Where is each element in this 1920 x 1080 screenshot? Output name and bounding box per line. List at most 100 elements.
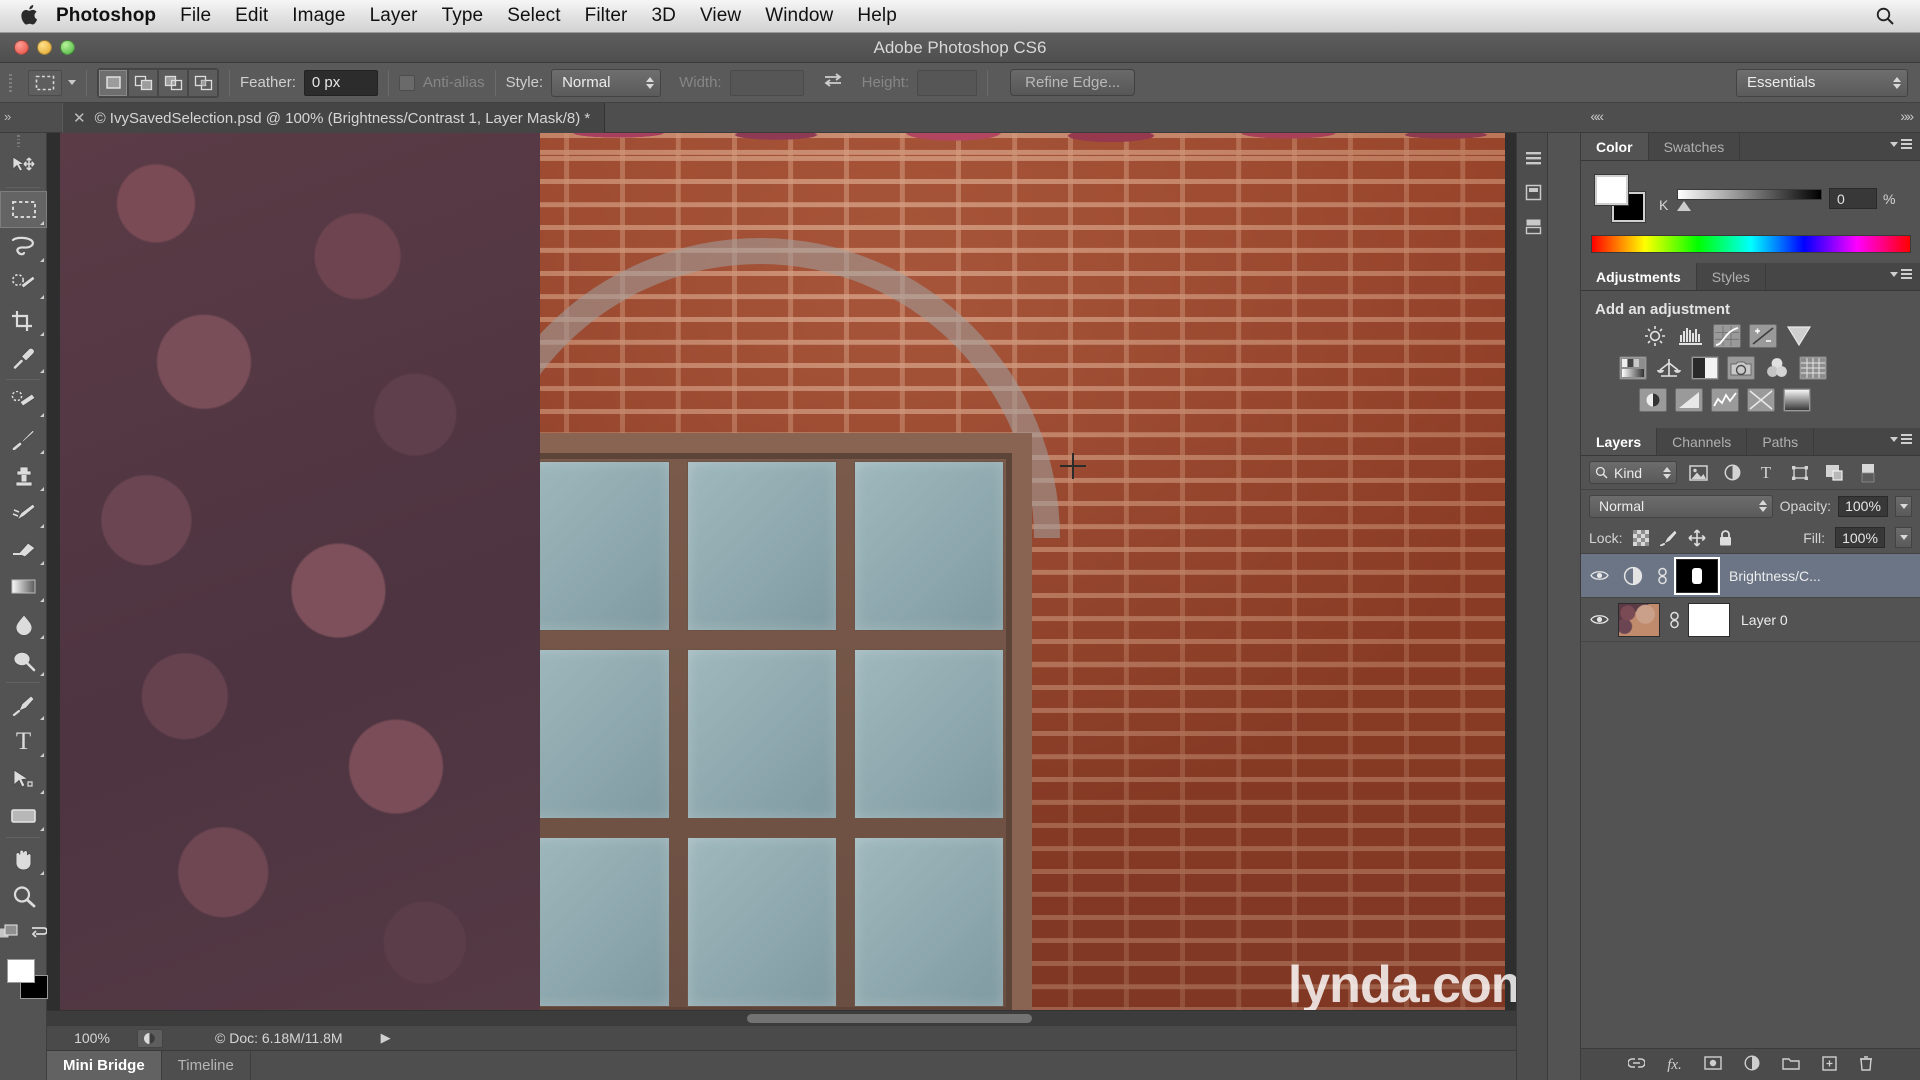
color-balance-icon[interactable] xyxy=(1655,356,1683,380)
canvas-horizontal-scrollbar-thumb[interactable] xyxy=(747,1014,1032,1023)
gradient-tool[interactable] xyxy=(0,568,47,605)
menu-filter[interactable]: Filter xyxy=(573,3,640,30)
width-input[interactable] xyxy=(729,69,804,96)
tab-paths[interactable]: Paths xyxy=(1747,428,1815,455)
lock-image-pixels-icon[interactable] xyxy=(1660,529,1678,547)
tab-swatches[interactable]: Swatches xyxy=(1649,133,1741,160)
menu-view[interactable]: View xyxy=(688,3,753,30)
tab-mini-bridge[interactable]: Mini Bridge xyxy=(47,1051,162,1080)
dodge-tool[interactable] xyxy=(0,642,47,679)
layer-visibility-toggle[interactable] xyxy=(1587,613,1611,626)
brightness-contrast-icon[interactable] xyxy=(1641,324,1669,348)
photo-filter-icon[interactable] xyxy=(1727,356,1755,380)
selective-color-icon[interactable] xyxy=(1783,388,1811,412)
lock-all-icon[interactable] xyxy=(1716,529,1734,547)
height-input[interactable] xyxy=(917,69,978,96)
layer-row-layer0[interactable]: Layer 0 xyxy=(1581,598,1920,642)
tab-channels[interactable]: Channels xyxy=(1657,428,1748,455)
menu-edit[interactable]: Edit xyxy=(223,3,280,30)
menu-help[interactable]: Help xyxy=(845,3,908,30)
levels-icon[interactable] xyxy=(1677,324,1705,348)
exposure-icon[interactable] xyxy=(1749,324,1777,348)
search-icon[interactable] xyxy=(1872,3,1898,29)
link-layers-icon[interactable] xyxy=(1627,1056,1646,1073)
menu-select[interactable]: Select xyxy=(495,3,572,30)
black-white-icon[interactable] xyxy=(1691,356,1719,380)
hand-tool[interactable] xyxy=(0,841,47,878)
color-lookup-icon[interactable] xyxy=(1799,356,1827,380)
workspace-select[interactable]: Essentials xyxy=(1736,68,1908,97)
intersect-with-selection-button[interactable] xyxy=(188,68,218,97)
panel-expand-icon[interactable]: » xyxy=(4,109,11,124)
chevron-down-icon[interactable] xyxy=(68,80,76,85)
screen-mode-icon[interactable] xyxy=(29,924,49,945)
menu-type[interactable]: Type xyxy=(430,3,496,30)
layer-row-brightness-contrast[interactable]: Brightness/C... xyxy=(1581,554,1920,598)
quick-selection-tool[interactable] xyxy=(0,265,47,302)
menu-3d[interactable]: 3D xyxy=(639,3,688,30)
vibrance-icon[interactable] xyxy=(1785,324,1813,348)
lasso-tool[interactable] xyxy=(0,228,47,265)
new-selection-button[interactable] xyxy=(98,68,128,97)
refine-edge-button[interactable]: Refine Edge... xyxy=(1010,69,1136,96)
panel-menu-icon[interactable] xyxy=(1890,139,1912,149)
pen-tool[interactable] xyxy=(0,686,47,723)
opacity-stepper[interactable] xyxy=(1895,495,1912,517)
fill-input[interactable]: 100% xyxy=(1835,527,1885,548)
new-layer-icon[interactable] xyxy=(1822,1055,1837,1074)
layer-mask-thumbnail[interactable] xyxy=(1688,602,1730,637)
color-foreground-swatch[interactable] xyxy=(1595,175,1628,205)
menu-app-name[interactable]: Photoshop xyxy=(44,3,168,30)
channel-slider-handle[interactable] xyxy=(1677,201,1691,211)
filter-toggle-icon[interactable] xyxy=(1855,461,1881,485)
layer-filter-kind-select[interactable]: Kind xyxy=(1589,461,1677,484)
horizontal-type-tool[interactable]: T xyxy=(0,723,47,760)
opacity-input[interactable]: 100% xyxy=(1838,495,1888,517)
tab-timeline[interactable]: Timeline xyxy=(162,1051,251,1080)
close-icon[interactable]: ✕ xyxy=(73,109,86,127)
layer-visibility-toggle[interactable] xyxy=(1587,569,1611,582)
filter-type-icon[interactable]: T xyxy=(1753,461,1779,485)
tab-layers[interactable]: Layers xyxy=(1581,428,1658,455)
properties-dock-icon[interactable] xyxy=(1517,175,1549,209)
foreground-color-swatch[interactable] xyxy=(7,959,35,983)
apple-logo-icon[interactable] xyxy=(14,4,44,28)
tab-adjustments[interactable]: Adjustments xyxy=(1581,263,1697,290)
spot-healing-brush-tool[interactable] xyxy=(0,383,47,420)
channel-ramp[interactable] xyxy=(1677,189,1822,200)
filter-shape-icon[interactable] xyxy=(1787,461,1813,485)
style-select[interactable]: Normal xyxy=(551,68,662,97)
minimize-window-button[interactable] xyxy=(37,40,52,55)
filter-adjustment-icon[interactable] xyxy=(1719,461,1745,485)
layer-image-thumbnail[interactable] xyxy=(1618,602,1660,637)
move-tool[interactable] xyxy=(0,147,47,184)
brush-dock-icon[interactable] xyxy=(1517,209,1549,243)
delete-layer-icon[interactable] xyxy=(1859,1055,1873,1074)
document-thumbnail-icon[interactable] xyxy=(137,1028,163,1048)
menu-layer[interactable]: Layer xyxy=(358,3,430,30)
lock-transparent-pixels-icon[interactable] xyxy=(1632,529,1650,547)
eraser-tool[interactable] xyxy=(0,531,47,568)
link-icon[interactable] xyxy=(1655,567,1669,585)
posterize-icon[interactable] xyxy=(1675,388,1703,412)
filter-smartobject-icon[interactable] xyxy=(1821,461,1847,485)
zoom-level[interactable]: 100% xyxy=(47,1030,137,1046)
curves-icon[interactable] xyxy=(1713,324,1741,348)
new-group-icon[interactable] xyxy=(1782,1056,1800,1073)
crop-tool[interactable] xyxy=(0,302,47,339)
rectangular-marquee-icon[interactable] xyxy=(28,69,62,96)
play-arrow-icon[interactable]: ▶ xyxy=(381,1030,391,1046)
brush-tool[interactable] xyxy=(0,420,47,457)
collapse-panels-left-icon[interactable]: «« xyxy=(1590,108,1604,124)
invert-icon[interactable] xyxy=(1639,388,1667,412)
canvas-area[interactable]: lynda.com xyxy=(47,133,1548,1025)
close-window-button[interactable] xyxy=(14,40,29,55)
options-bar-grip[interactable] xyxy=(6,70,16,96)
channel-value-input[interactable]: 0 xyxy=(1829,188,1877,209)
hue-saturation-icon[interactable] xyxy=(1619,356,1647,380)
anti-alias-checkbox[interactable] xyxy=(398,74,415,91)
history-brush-tool[interactable] xyxy=(0,494,47,531)
document-tab[interactable]: ✕ © IvySavedSelection.psd @ 100% (Bright… xyxy=(62,103,606,133)
threshold-icon[interactable] xyxy=(1711,388,1739,412)
layer-name[interactable]: Brightness/C... xyxy=(1729,568,1821,584)
